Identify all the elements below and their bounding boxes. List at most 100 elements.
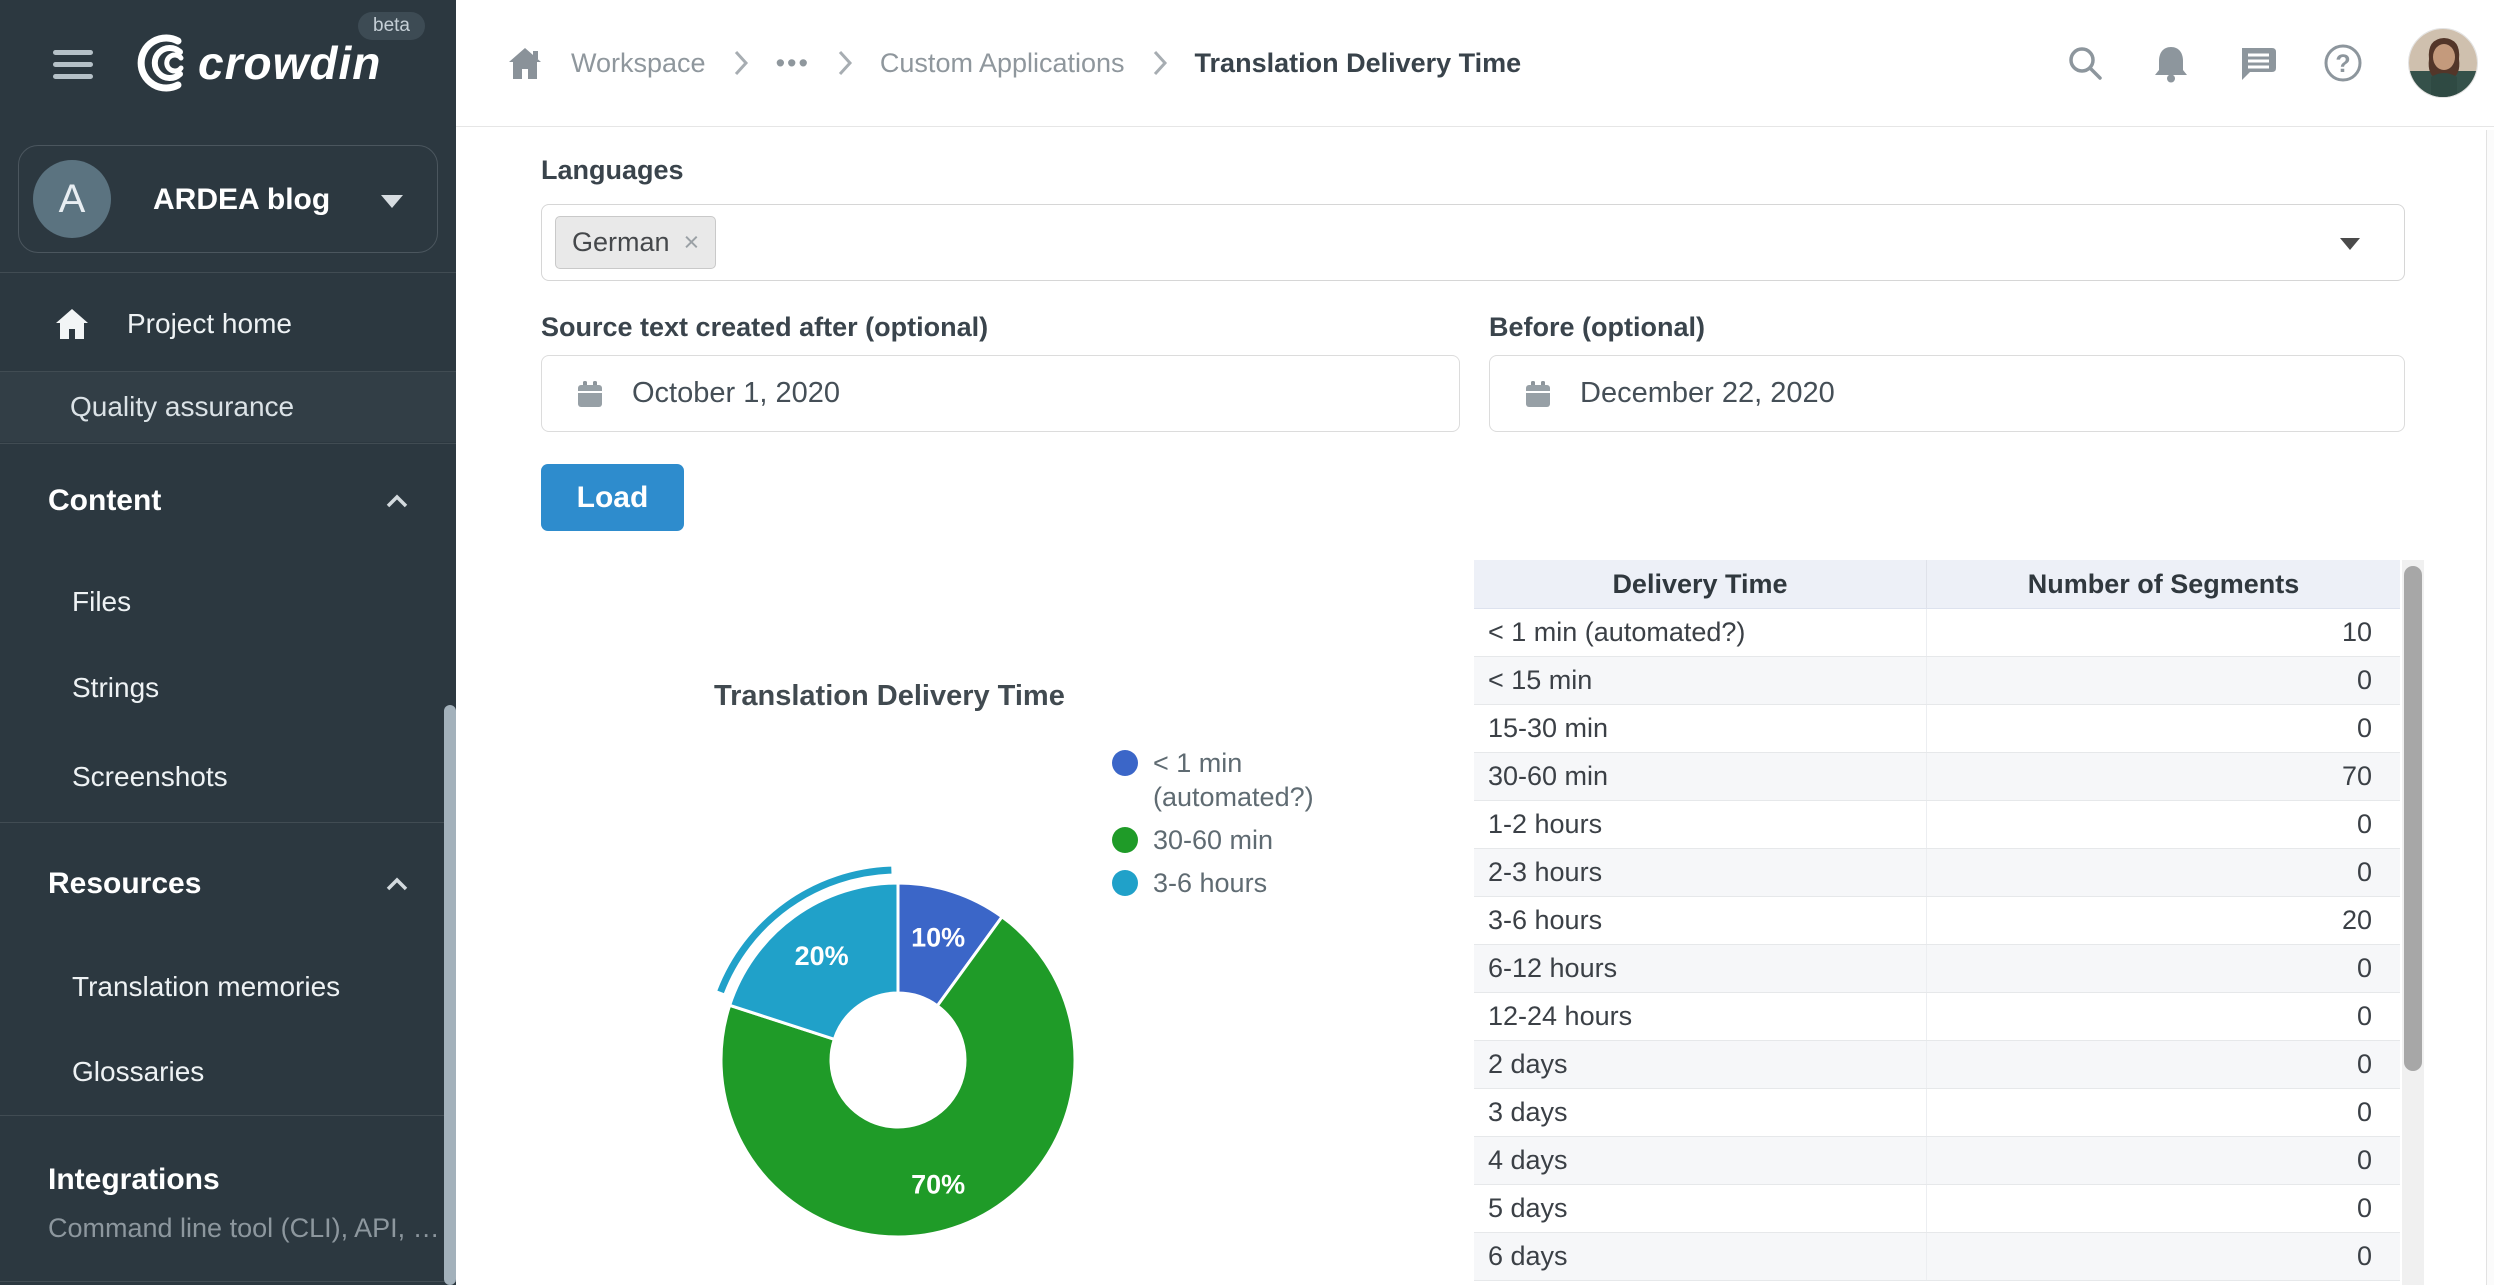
calendar-icon bbox=[574, 378, 606, 410]
language-tag-label: German bbox=[572, 227, 670, 257]
crowdin-logo[interactable]: crowdin bbox=[120, 32, 381, 94]
chevron-right-icon bbox=[836, 48, 854, 78]
table-row: 2-3 hours 0 bbox=[1474, 849, 2400, 897]
sidebar-item-quality-assurance[interactable]: Quality assurance bbox=[0, 372, 456, 442]
cell-number-of-segments: 0 bbox=[1927, 1185, 2400, 1232]
main-content: Languages German× Source text created af… bbox=[456, 128, 2494, 1285]
cell-delivery-time: 30-60 min bbox=[1474, 753, 1927, 800]
cell-delivery-time: 3 days bbox=[1474, 1089, 1927, 1136]
donut-chart: 10%70%20% bbox=[678, 840, 1118, 1280]
chat-icon[interactable] bbox=[2236, 42, 2278, 84]
cell-number-of-segments: 0 bbox=[1927, 1041, 2400, 1088]
sidebar-group-integrations[interactable]: Integrations bbox=[0, 1156, 456, 1204]
cell-delivery-time: 6-12 hours bbox=[1474, 945, 1927, 992]
caret-down-icon bbox=[2340, 238, 2360, 250]
breadcrumb-current-page: Translation Delivery Time bbox=[1195, 48, 1522, 79]
sidebar-item-project-home[interactable]: Project home bbox=[0, 288, 456, 360]
cell-delivery-time: 3-6 hours bbox=[1474, 897, 1927, 944]
legend-item[interactable]: 30-60 min bbox=[1112, 823, 1322, 857]
sidebar-group-resources[interactable]: Resources bbox=[0, 860, 456, 908]
sidebar-item-label: Files bbox=[72, 578, 131, 626]
breadcrumb-workspace[interactable]: Workspace bbox=[571, 48, 706, 79]
load-button[interactable]: Load bbox=[541, 464, 684, 531]
app-window: crowdin beta A ARDEA blog Project home Q… bbox=[0, 0, 2494, 1285]
before-date-label: Before (optional) bbox=[1489, 312, 1705, 343]
cell-delivery-time: 12-24 hours bbox=[1474, 993, 1927, 1040]
sidebar-item-screenshots[interactable]: Screenshots bbox=[0, 753, 456, 801]
divider bbox=[0, 822, 456, 823]
sidebar-item-translation-memories[interactable]: Translation memories bbox=[0, 963, 456, 1011]
chevron-up-icon bbox=[384, 872, 410, 898]
pie-slice-percent-label: 20% bbox=[795, 941, 849, 971]
languages-select[interactable]: German × bbox=[541, 204, 2405, 281]
divider bbox=[0, 443, 456, 444]
chart-title: Translation Delivery Time bbox=[714, 680, 1065, 713]
cell-number-of-segments: 0 bbox=[1927, 993, 2400, 1040]
legend-label: < 1 min (automated?) bbox=[1153, 746, 1322, 814]
pie-slice-percent-label: 70% bbox=[911, 1170, 965, 1200]
column-header-number-of-segments: Number of Segments bbox=[1927, 560, 2400, 608]
calendar-icon bbox=[1522, 378, 1554, 410]
cell-delivery-time: 2-3 hours bbox=[1474, 849, 1927, 896]
project-selector[interactable]: A ARDEA blog bbox=[18, 145, 438, 253]
crowdin-logo-icon bbox=[120, 32, 192, 94]
chevron-up-icon bbox=[384, 489, 410, 515]
user-avatar[interactable] bbox=[2408, 28, 2478, 98]
search-icon[interactable] bbox=[2064, 42, 2106, 84]
remove-icon[interactable]: × bbox=[684, 227, 700, 257]
table-row: < 1 min (automated?) 10 bbox=[1474, 609, 2400, 657]
home-icon[interactable] bbox=[505, 43, 545, 83]
sidebar-item-strings[interactable]: Strings bbox=[0, 664, 456, 712]
menu-icon[interactable] bbox=[53, 50, 93, 79]
before-date-value: December 22, 2020 bbox=[1580, 377, 1835, 410]
cell-number-of-segments: 0 bbox=[1927, 1137, 2400, 1184]
after-date-input[interactable]: October 1, 2020 bbox=[541, 355, 1460, 432]
chevron-right-icon bbox=[1151, 48, 1169, 78]
table-row: 30-60 min 70 bbox=[1474, 753, 2400, 801]
cell-number-of-segments: 0 bbox=[1927, 849, 2400, 896]
sidebar-item-label: Strings bbox=[72, 664, 159, 712]
table-row: 1-2 hours 0 bbox=[1474, 801, 2400, 849]
breadcrumb-custom-applications[interactable]: Custom Applications bbox=[880, 48, 1125, 79]
chevron-right-icon bbox=[732, 48, 750, 78]
divider bbox=[0, 1281, 456, 1282]
sidebar-item-glossaries[interactable]: Glossaries bbox=[0, 1048, 456, 1096]
divider bbox=[0, 272, 456, 273]
language-tag: German × bbox=[555, 216, 716, 269]
breadcrumb-ellipsis[interactable]: ••• bbox=[776, 48, 810, 79]
legend-item[interactable]: < 1 min (automated?) bbox=[1112, 746, 1322, 814]
sidebar-item-files[interactable]: Files bbox=[0, 578, 456, 626]
sidebar-group-content[interactable]: Content bbox=[0, 477, 456, 525]
cell-number-of-segments: 0 bbox=[1927, 705, 2400, 752]
help-icon[interactable]: ? bbox=[2322, 42, 2364, 84]
cell-number-of-segments: 10 bbox=[1927, 609, 2400, 656]
sidebar-group-label: Integrations bbox=[48, 1156, 220, 1204]
languages-label: Languages bbox=[541, 155, 684, 186]
avatar-photo-icon bbox=[2409, 29, 2478, 98]
topbar: Workspace ••• Custom Applications Transl… bbox=[456, 0, 2494, 127]
bell-icon[interactable] bbox=[2150, 42, 2192, 84]
cell-number-of-segments: 0 bbox=[1927, 1233, 2400, 1280]
table-row: < 15 min 0 bbox=[1474, 657, 2400, 705]
table-scrollbar-thumb[interactable] bbox=[2404, 566, 2422, 1071]
topbar-actions: ? bbox=[2064, 28, 2478, 98]
sidebar-item-label: Quality assurance bbox=[70, 372, 294, 442]
sidebar-group-label: Resources bbox=[48, 860, 201, 908]
cell-delivery-time: 6 days bbox=[1474, 1233, 1927, 1280]
column-header-delivery-time: Delivery Time bbox=[1474, 560, 1927, 608]
sidebar-item-label: Glossaries bbox=[72, 1048, 204, 1096]
cell-number-of-segments: 20 bbox=[1927, 897, 2400, 944]
table-header: Delivery Time Number of Segments bbox=[1474, 560, 2400, 609]
table-row: 3 days 0 bbox=[1474, 1089, 2400, 1137]
sidebar-scrollbar-thumb[interactable] bbox=[444, 705, 456, 1285]
legend-item[interactable]: 3-6 hours bbox=[1112, 866, 1322, 900]
cell-delivery-time: 4 days bbox=[1474, 1137, 1927, 1184]
project-name: ARDEA blog bbox=[153, 146, 330, 254]
legend-dot bbox=[1112, 750, 1138, 776]
table-row: 15-30 min 0 bbox=[1474, 705, 2400, 753]
before-date-input[interactable]: December 22, 2020 bbox=[1489, 355, 2405, 432]
table-row: 6-12 hours 0 bbox=[1474, 945, 2400, 993]
sidebar-item-label: Project home bbox=[127, 288, 292, 360]
cell-number-of-segments: 0 bbox=[1927, 657, 2400, 704]
logo-text: crowdin bbox=[198, 36, 381, 90]
